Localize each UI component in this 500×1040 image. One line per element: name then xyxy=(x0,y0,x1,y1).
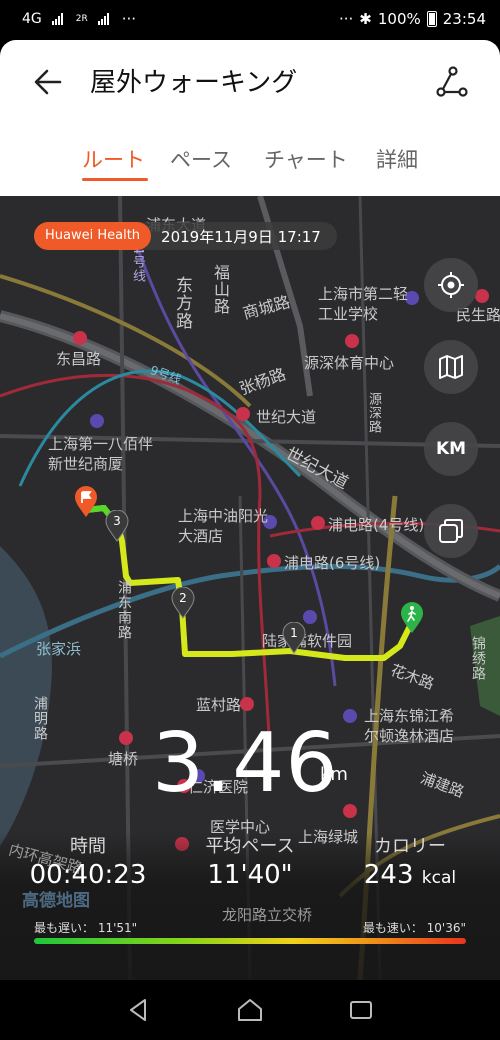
layers-icon xyxy=(439,519,463,543)
battery-icon xyxy=(426,11,437,27)
km-marker-3: 3 xyxy=(105,510,129,542)
page-title: 屋外ウォーキング xyxy=(90,68,298,98)
map-label: 源深路 xyxy=(366,392,381,434)
map-label: 浦电路(6号线) xyxy=(284,554,381,572)
slowest-pace: 最も遅い： 11'51" xyxy=(34,921,138,935)
start-flag-icon xyxy=(75,486,97,517)
more-indicator: ··· xyxy=(121,10,137,28)
tab-details[interactable]: 詳細 xyxy=(376,144,418,174)
end-walker-icon xyxy=(401,602,423,633)
navigation-bar xyxy=(0,980,500,1040)
map-label: 世纪大道 xyxy=(256,408,317,426)
route-share-icon[interactable] xyxy=(432,62,472,102)
map-label: 龙阳路立交桥 xyxy=(222,906,313,924)
map-type-button[interactable] xyxy=(424,340,478,394)
arrow-left-icon[interactable] xyxy=(28,62,68,102)
calorie-unit: kcal xyxy=(421,868,457,888)
fastest-pace: 最も速い： 10'36" xyxy=(362,921,466,935)
total-distance: 3.46 xyxy=(152,716,339,811)
map-label: 上海中油阳光大酒店 xyxy=(178,507,269,545)
map-label: 上海东锦江希尔顿逸林酒店 xyxy=(364,707,455,745)
map-view[interactable]: 浦东大道 4号线 东方路 福山路 商城路 上海市第二轻工业学校 民生路 东昌路 … xyxy=(0,196,500,980)
distance-unit: km xyxy=(320,764,348,785)
home-icon[interactable] xyxy=(234,994,266,1026)
time-value: 00:40:23 xyxy=(29,860,147,890)
map-label: 上海市第二轻工业学校 xyxy=(318,285,409,323)
signal-icon-2 xyxy=(97,13,112,25)
km-marker-label: 3 xyxy=(113,514,121,528)
calorie-value: 243 xyxy=(363,860,414,890)
triangle-back-icon[interactable] xyxy=(123,994,155,1026)
target-icon xyxy=(438,272,464,298)
map-label: 蓝村路 xyxy=(196,696,242,714)
km-marker-label: 1 xyxy=(290,626,298,640)
calorie-value-group: 243 kcal xyxy=(320,860,500,890)
active-tab-indicator xyxy=(82,178,148,181)
time-label: 時間 xyxy=(70,836,106,857)
status-bar: 4G 2R ··· ··· ✱ 100% 23:54 xyxy=(0,0,500,40)
avg-pace-label: 平均ペース xyxy=(205,836,295,857)
map-label: 福山路 xyxy=(211,264,230,315)
map-label: 张家浜 xyxy=(36,640,82,658)
map-label: 4号线 xyxy=(130,246,145,284)
map-label: 上海第一八佰伴新世纪商厦 xyxy=(48,435,154,473)
map-icon xyxy=(439,355,463,379)
tab-pace[interactable]: ペース xyxy=(170,144,232,174)
unit-toggle-button[interactable]: KM xyxy=(424,422,478,476)
tab-route[interactable]: ルート xyxy=(82,144,145,174)
km-marker-1: 1 xyxy=(282,622,306,654)
screen: 4G 2R ··· ··· ✱ 100% 23:54 屋外ウォーキング ルート … xyxy=(0,0,500,1040)
clock: 23:54 xyxy=(442,10,486,28)
square-recents-icon[interactable] xyxy=(345,994,377,1026)
map-label: 浦东南路 xyxy=(116,580,132,640)
bluetooth-icon: ✱ xyxy=(359,10,372,28)
map-label: 东昌路 xyxy=(56,350,102,368)
tab-bar: ルート ペース チャート 詳細 xyxy=(0,140,500,190)
map-label: 浦电路(4号线) xyxy=(328,516,425,534)
tab-chart[interactable]: チャート xyxy=(264,144,348,174)
workout-date: 2019年11月9日 17:17 xyxy=(161,227,321,246)
locate-button[interactable] xyxy=(424,258,478,312)
layers-button[interactable] xyxy=(424,504,478,558)
brand-label: Huawei Health xyxy=(34,222,152,250)
sim2-indicator: 2R xyxy=(75,14,88,24)
more-indicator-right: ··· xyxy=(338,10,354,28)
map-label: 浦明路 xyxy=(32,696,48,741)
avg-pace-value: 11'40" xyxy=(207,860,293,890)
km-marker-label: 2 xyxy=(179,591,187,605)
workout-date-badge: Huawei Health 2019年11月9日 17:17 xyxy=(34,222,337,250)
header: 屋外ウォーキング ルート ペース チャート 詳細 xyxy=(0,40,500,196)
map-label: 源深体育中心 xyxy=(304,354,395,372)
map-label: 锦绣路 xyxy=(470,636,486,681)
calorie-label: カロリー xyxy=(374,836,446,857)
km-marker-2: 2 xyxy=(171,587,195,619)
map-label: 塘桥 xyxy=(108,750,139,768)
pace-gradient-bar xyxy=(34,938,466,944)
map-label: 陆家嘴软件园 xyxy=(262,632,353,650)
battery-text: 100% xyxy=(377,10,421,28)
network-indicator: 4G xyxy=(22,11,42,27)
signal-icon xyxy=(51,13,66,25)
map-label: 东方路 xyxy=(172,276,192,330)
